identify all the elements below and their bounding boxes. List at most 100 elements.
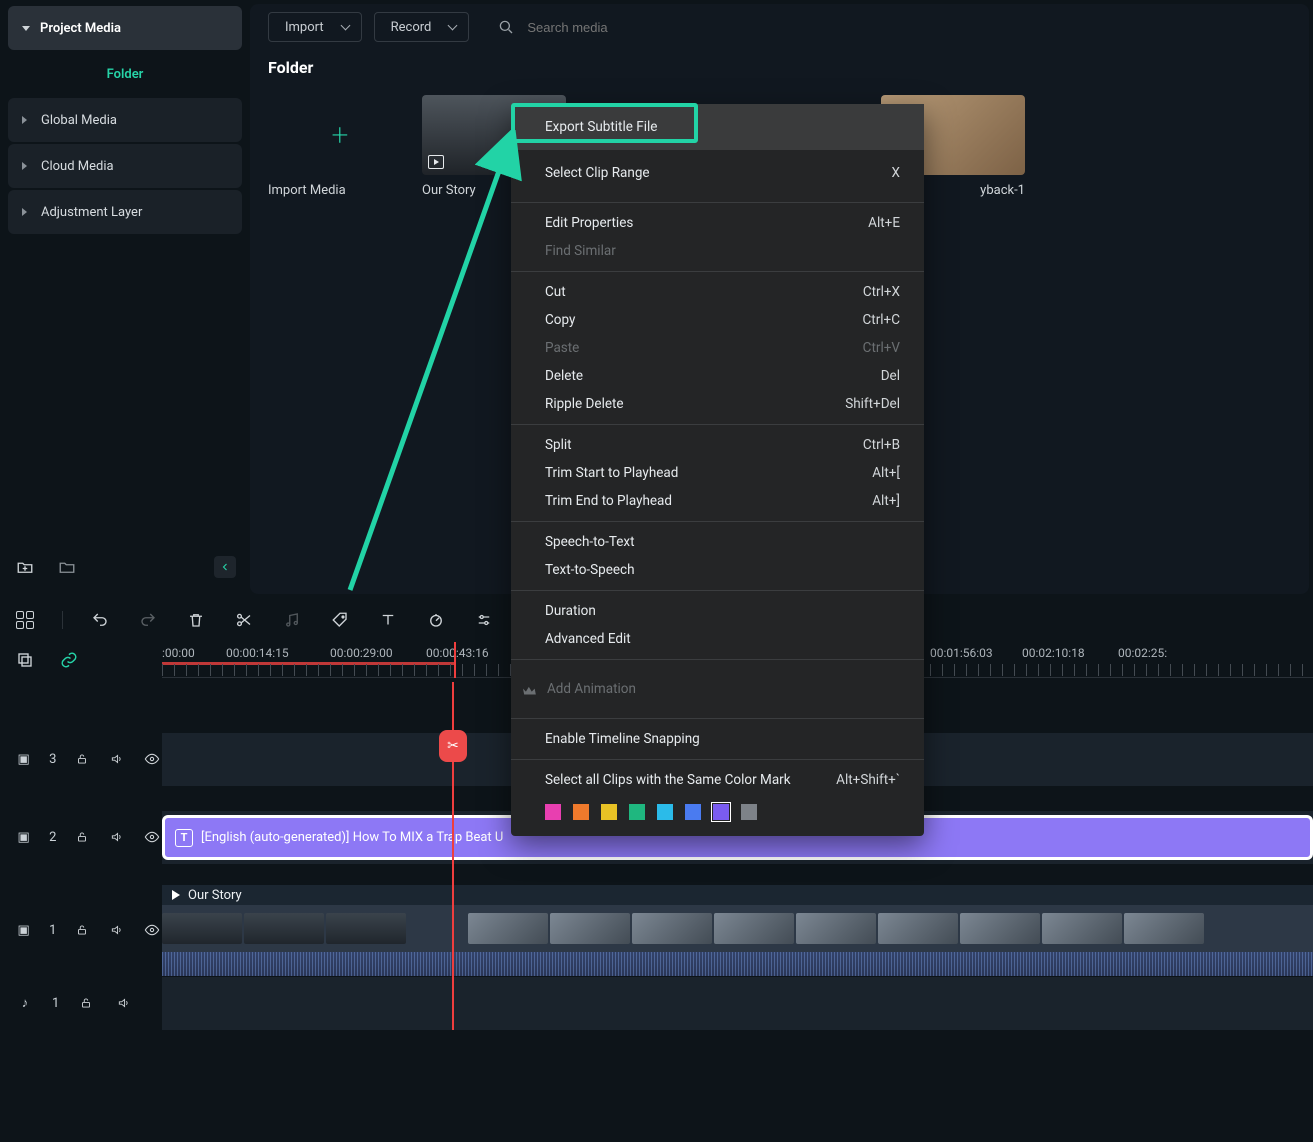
context-menu-item[interactable]: Duration xyxy=(511,597,924,625)
playhead[interactable]: ✂ xyxy=(452,682,454,1030)
context-menu-separator xyxy=(511,718,924,719)
context-menu-item[interactable]: Edit PropertiesAlt+E xyxy=(511,209,924,237)
sidebar-item-project-media[interactable]: Project Media xyxy=(8,6,242,50)
track-lane[interactable]: Our Story xyxy=(162,884,1313,976)
music-icon[interactable] xyxy=(281,609,303,631)
search-input[interactable] xyxy=(527,20,727,35)
add-track-icon[interactable] xyxy=(14,649,36,671)
speed-icon[interactable] xyxy=(425,609,447,631)
video-clip[interactable]: Our Story xyxy=(162,885,1313,976)
text-icon[interactable] xyxy=(377,609,399,631)
color-swatch[interactable] xyxy=(573,804,589,820)
thumbnail-strip xyxy=(162,913,1313,944)
sidebar-label: Folder xyxy=(107,67,144,82)
playhead-knob[interactable]: ✂ xyxy=(439,730,467,762)
eye-icon[interactable] xyxy=(143,748,162,770)
track-number: 1 xyxy=(49,923,56,938)
eye-icon[interactable] xyxy=(143,826,162,848)
trash-icon[interactable] xyxy=(185,609,207,631)
track-number: 3 xyxy=(49,752,56,767)
track-badge-icon[interactable]: ▣ xyxy=(14,748,33,770)
context-menu-separator xyxy=(511,659,924,660)
context-menu-item[interactable]: Ripple DeleteShift+Del xyxy=(511,390,924,418)
video-clip-header: Our Story xyxy=(162,885,1313,905)
track-1: ▣ 1 Our Story xyxy=(0,884,1313,976)
color-swatch[interactable] xyxy=(545,804,561,820)
context-menu-item[interactable]: DeleteDel xyxy=(511,362,924,390)
scissors-icon: ✂ xyxy=(447,738,459,754)
undo-icon[interactable] xyxy=(89,609,111,631)
context-menu-item[interactable]: SplitCtrl+B xyxy=(511,431,924,459)
color-swatch[interactable] xyxy=(713,804,729,820)
context-menu-item[interactable]: Select all Clips with the Same Color Mar… xyxy=(511,766,924,794)
media-toolbar: Import Record xyxy=(268,4,1291,50)
subtitle-clip-title: [English (auto-generated)] How To MIX a … xyxy=(201,830,503,845)
text-badge-icon: T xyxy=(175,829,193,847)
color-swatch[interactable] xyxy=(657,804,673,820)
import-media-cell[interactable]: + Import Media xyxy=(268,95,412,198)
sidebar-label: Project Media xyxy=(40,21,121,36)
sidebar-footer xyxy=(8,548,242,592)
sliders-icon[interactable] xyxy=(473,609,495,631)
sidebar-item-cloud-media[interactable]: Cloud Media xyxy=(8,144,242,188)
track-number: 1 xyxy=(52,996,59,1011)
folder-icon[interactable] xyxy=(56,556,78,578)
speaker-icon[interactable] xyxy=(108,826,127,848)
context-menu-item: PasteCtrl+V xyxy=(511,334,924,362)
sidebar-item-global-media[interactable]: Global Media xyxy=(8,98,242,142)
lock-icon[interactable] xyxy=(75,992,97,1014)
context-menu-label: Edit Properties xyxy=(545,215,633,231)
lock-icon[interactable] xyxy=(72,826,91,848)
context-menu-item[interactable]: CutCtrl+X xyxy=(511,278,924,306)
sidebar-item-folder[interactable]: Folder xyxy=(8,52,242,96)
tag-icon[interactable] xyxy=(329,609,351,631)
import-media-label: Import Media xyxy=(268,183,412,198)
scissors-icon[interactable] xyxy=(233,609,255,631)
speaker-icon[interactable] xyxy=(108,748,127,770)
time-stamp: 00:00:29:00 xyxy=(330,646,393,660)
color-swatch[interactable] xyxy=(601,804,617,820)
context-menu-item[interactable]: CopyCtrl+C xyxy=(511,306,924,334)
speaker-icon[interactable] xyxy=(108,919,127,941)
speaker-icon[interactable] xyxy=(113,992,135,1014)
context-menu-separator xyxy=(511,590,924,591)
lock-icon[interactable] xyxy=(72,919,91,941)
collapse-sidebar-button[interactable] xyxy=(214,556,236,578)
track-controls: ♪ 1 xyxy=(0,976,162,1030)
record-dropdown[interactable]: Record xyxy=(374,12,470,42)
context-menu-label: Trim Start to Playhead xyxy=(545,465,678,481)
track-badge-icon[interactable]: ▣ xyxy=(14,826,33,848)
color-swatch[interactable] xyxy=(741,804,757,820)
context-menu-label: Export Subtitle File xyxy=(545,119,657,135)
eye-icon[interactable] xyxy=(143,919,162,941)
sidebar-label: Cloud Media xyxy=(41,159,114,174)
context-menu-item[interactable]: Select Clip RangeX xyxy=(511,150,924,196)
sidebar-item-adjustment-layer[interactable]: Adjustment Layer xyxy=(8,190,242,234)
music-note-icon[interactable]: ♪ xyxy=(14,992,36,1014)
track-lane[interactable] xyxy=(162,976,1313,1030)
color-swatch[interactable] xyxy=(629,804,645,820)
context-menu-shortcut: Alt+] xyxy=(872,493,900,509)
caret-right-icon xyxy=(22,208,31,216)
track-badge-icon[interactable]: ▣ xyxy=(14,919,33,941)
apps-icon[interactable] xyxy=(14,609,36,631)
search-icon xyxy=(495,16,517,38)
import-media-thumb: + xyxy=(268,95,412,175)
context-menu-item[interactable]: Text-to-Speech xyxy=(511,556,924,584)
lock-icon[interactable] xyxy=(72,748,91,770)
context-menu-label: Ripple Delete xyxy=(545,396,624,412)
context-menu-item[interactable]: Export Subtitle File xyxy=(511,104,924,150)
new-folder-icon[interactable] xyxy=(14,556,36,578)
plus-icon: + xyxy=(332,118,349,153)
context-menu-item[interactable]: Speech-to-Text xyxy=(511,528,924,556)
context-menu-shortcut: Ctrl+X xyxy=(863,284,900,300)
color-swatch[interactable] xyxy=(685,804,701,820)
link-icon[interactable] xyxy=(58,649,80,671)
context-menu-item[interactable]: Enable Timeline Snapping xyxy=(511,725,924,753)
import-dropdown[interactable]: Import xyxy=(268,12,362,42)
context-menu-item[interactable]: Trim Start to PlayheadAlt+[ xyxy=(511,459,924,487)
redo-icon[interactable] xyxy=(137,609,159,631)
context-menu-item[interactable]: Trim End to PlayheadAlt+] xyxy=(511,487,924,515)
folder-heading: Folder xyxy=(268,58,1291,77)
context-menu-item[interactable]: Advanced Edit xyxy=(511,625,924,653)
